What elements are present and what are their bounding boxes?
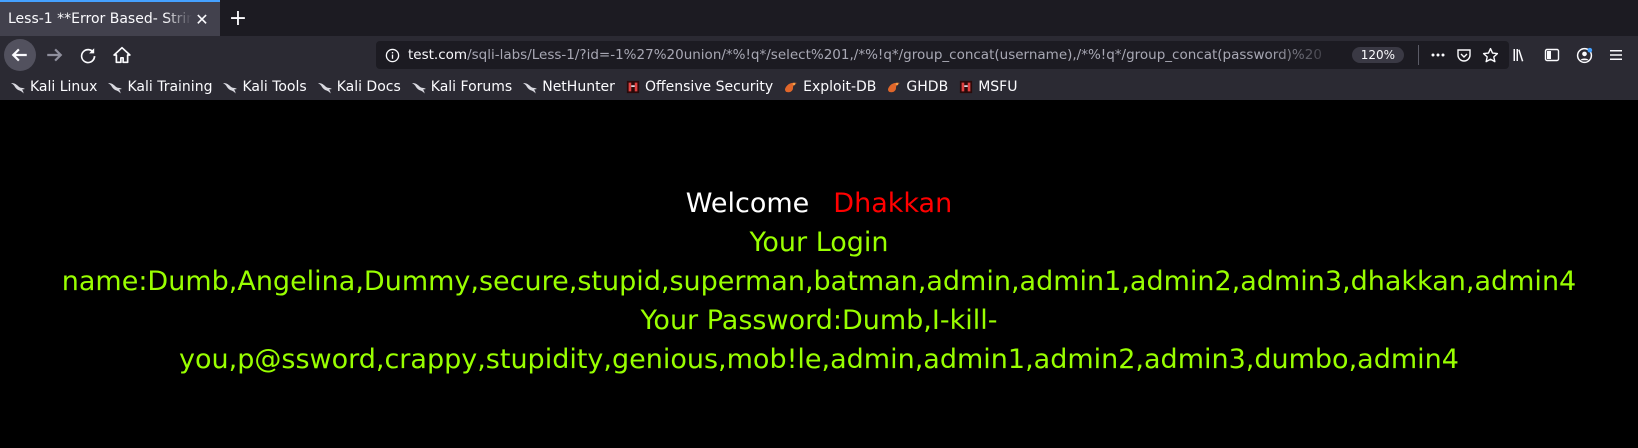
tab-active[interactable]: Less-1 **Error Based- String ✕ [0, 0, 220, 36]
offsec-icon [958, 79, 974, 95]
menu-icon[interactable] [1600, 41, 1632, 69]
bookmark-label: Kali Training [127, 79, 213, 95]
reload-icon[interactable] [72, 39, 104, 71]
bookmark-label: Kali Docs [336, 79, 401, 95]
login-value: name:Dumb,Angelina,Dummy,secure,stupid,s… [61, 266, 1577, 297]
exploitdb-icon [886, 79, 902, 95]
bookmark-kali-training[interactable]: Kali Training [107, 79, 212, 95]
welcome-line: Welcome Dhakkan [0, 184, 1638, 223]
forward-icon[interactable] [38, 39, 70, 71]
new-tab-button[interactable]: + [220, 0, 256, 36]
bookmark-label: NetHunter [542, 79, 615, 95]
bookmark-label: Kali Linux [30, 79, 98, 95]
bookmark-msfu[interactable]: MSFU [958, 79, 1017, 95]
bookmark-kali-docs[interactable]: Kali Docs [317, 79, 401, 95]
account-icon[interactable] [1568, 41, 1600, 69]
kali-dragon-icon [10, 79, 26, 95]
exploitdb-icon [783, 79, 799, 95]
pocket-icon[interactable] [1451, 43, 1477, 67]
bookmark-offensive-security[interactable]: Offensive Security [625, 79, 773, 95]
zoom-level-badge[interactable]: 120% [1351, 47, 1404, 63]
welcome-text: Welcome [685, 188, 810, 219]
login-label: Your Login [749, 227, 889, 258]
tab-title: Less-1 **Error Based- String [8, 11, 192, 27]
info-icon[interactable] [382, 48, 402, 63]
star-icon[interactable] [1477, 43, 1503, 67]
browser-chrome: Less-1 **Error Based- String ✕ + test.co… [0, 0, 1638, 100]
tab-strip: Less-1 **Error Based- String ✕ + [0, 0, 1638, 36]
password-line-1: Your Password:Dumb,I-kill- [640, 305, 998, 336]
bookmark-kali-linux[interactable]: Kali Linux [10, 79, 97, 95]
bookmark-exploit-db[interactable]: Exploit-DB [783, 79, 876, 95]
url-domain: test.com [408, 47, 468, 63]
bookmark-ghdb[interactable]: GHDB [886, 79, 948, 95]
more-icon[interactable] [1425, 43, 1451, 67]
bookmark-label: GHDB [906, 79, 949, 95]
close-icon[interactable]: ✕ [192, 10, 212, 29]
bookmark-label: Exploit-DB [803, 79, 877, 95]
divider [1418, 45, 1419, 65]
user-name: Dhakkan [833, 188, 953, 219]
offsec-icon [625, 79, 641, 95]
url-path: /sqli-labs/Less-1/?id=-1%27%20union/*%!q… [467, 47, 1322, 63]
bookmarks-bar: Kali Linux Kali Training Kali Tools Kali Do… [0, 74, 1638, 100]
kali-dragon-icon [522, 79, 538, 95]
library-icon[interactable] [1504, 41, 1536, 69]
bookmark-kali-tools[interactable]: Kali Tools [222, 79, 307, 95]
bookmark-label: Kali Tools [242, 79, 307, 95]
kali-dragon-icon [107, 79, 123, 95]
password-line-2: you,p@ssword,crappy,stupidity,genious,mo… [179, 344, 1459, 375]
url-input[interactable]: test.com/sqli-labs/Less-1/?id=-1%27%20un… [408, 47, 1342, 63]
kali-dragon-icon [317, 79, 333, 95]
bookmark-nethunter[interactable]: NetHunter [522, 79, 615, 95]
back-icon[interactable] [4, 39, 36, 71]
bookmark-label: MSFU [978, 79, 1018, 95]
home-icon[interactable] [106, 39, 138, 71]
kali-dragon-icon [222, 79, 238, 95]
bookmark-label: Kali Forums [430, 79, 513, 95]
kali-dragon-icon [411, 79, 427, 95]
page-content: Welcome Dhakkan Your Login name:Dumb,Ange… [0, 100, 1638, 448]
bookmark-kali-forums[interactable]: Kali Forums [411, 79, 512, 95]
url-bar[interactable]: test.com/sqli-labs/Less-1/?id=-1%27%20un… [376, 41, 1509, 69]
sidebar-icon[interactable] [1536, 41, 1568, 69]
bookmark-label: Offensive Security [644, 79, 774, 95]
right-toolbar [1504, 41, 1632, 69]
